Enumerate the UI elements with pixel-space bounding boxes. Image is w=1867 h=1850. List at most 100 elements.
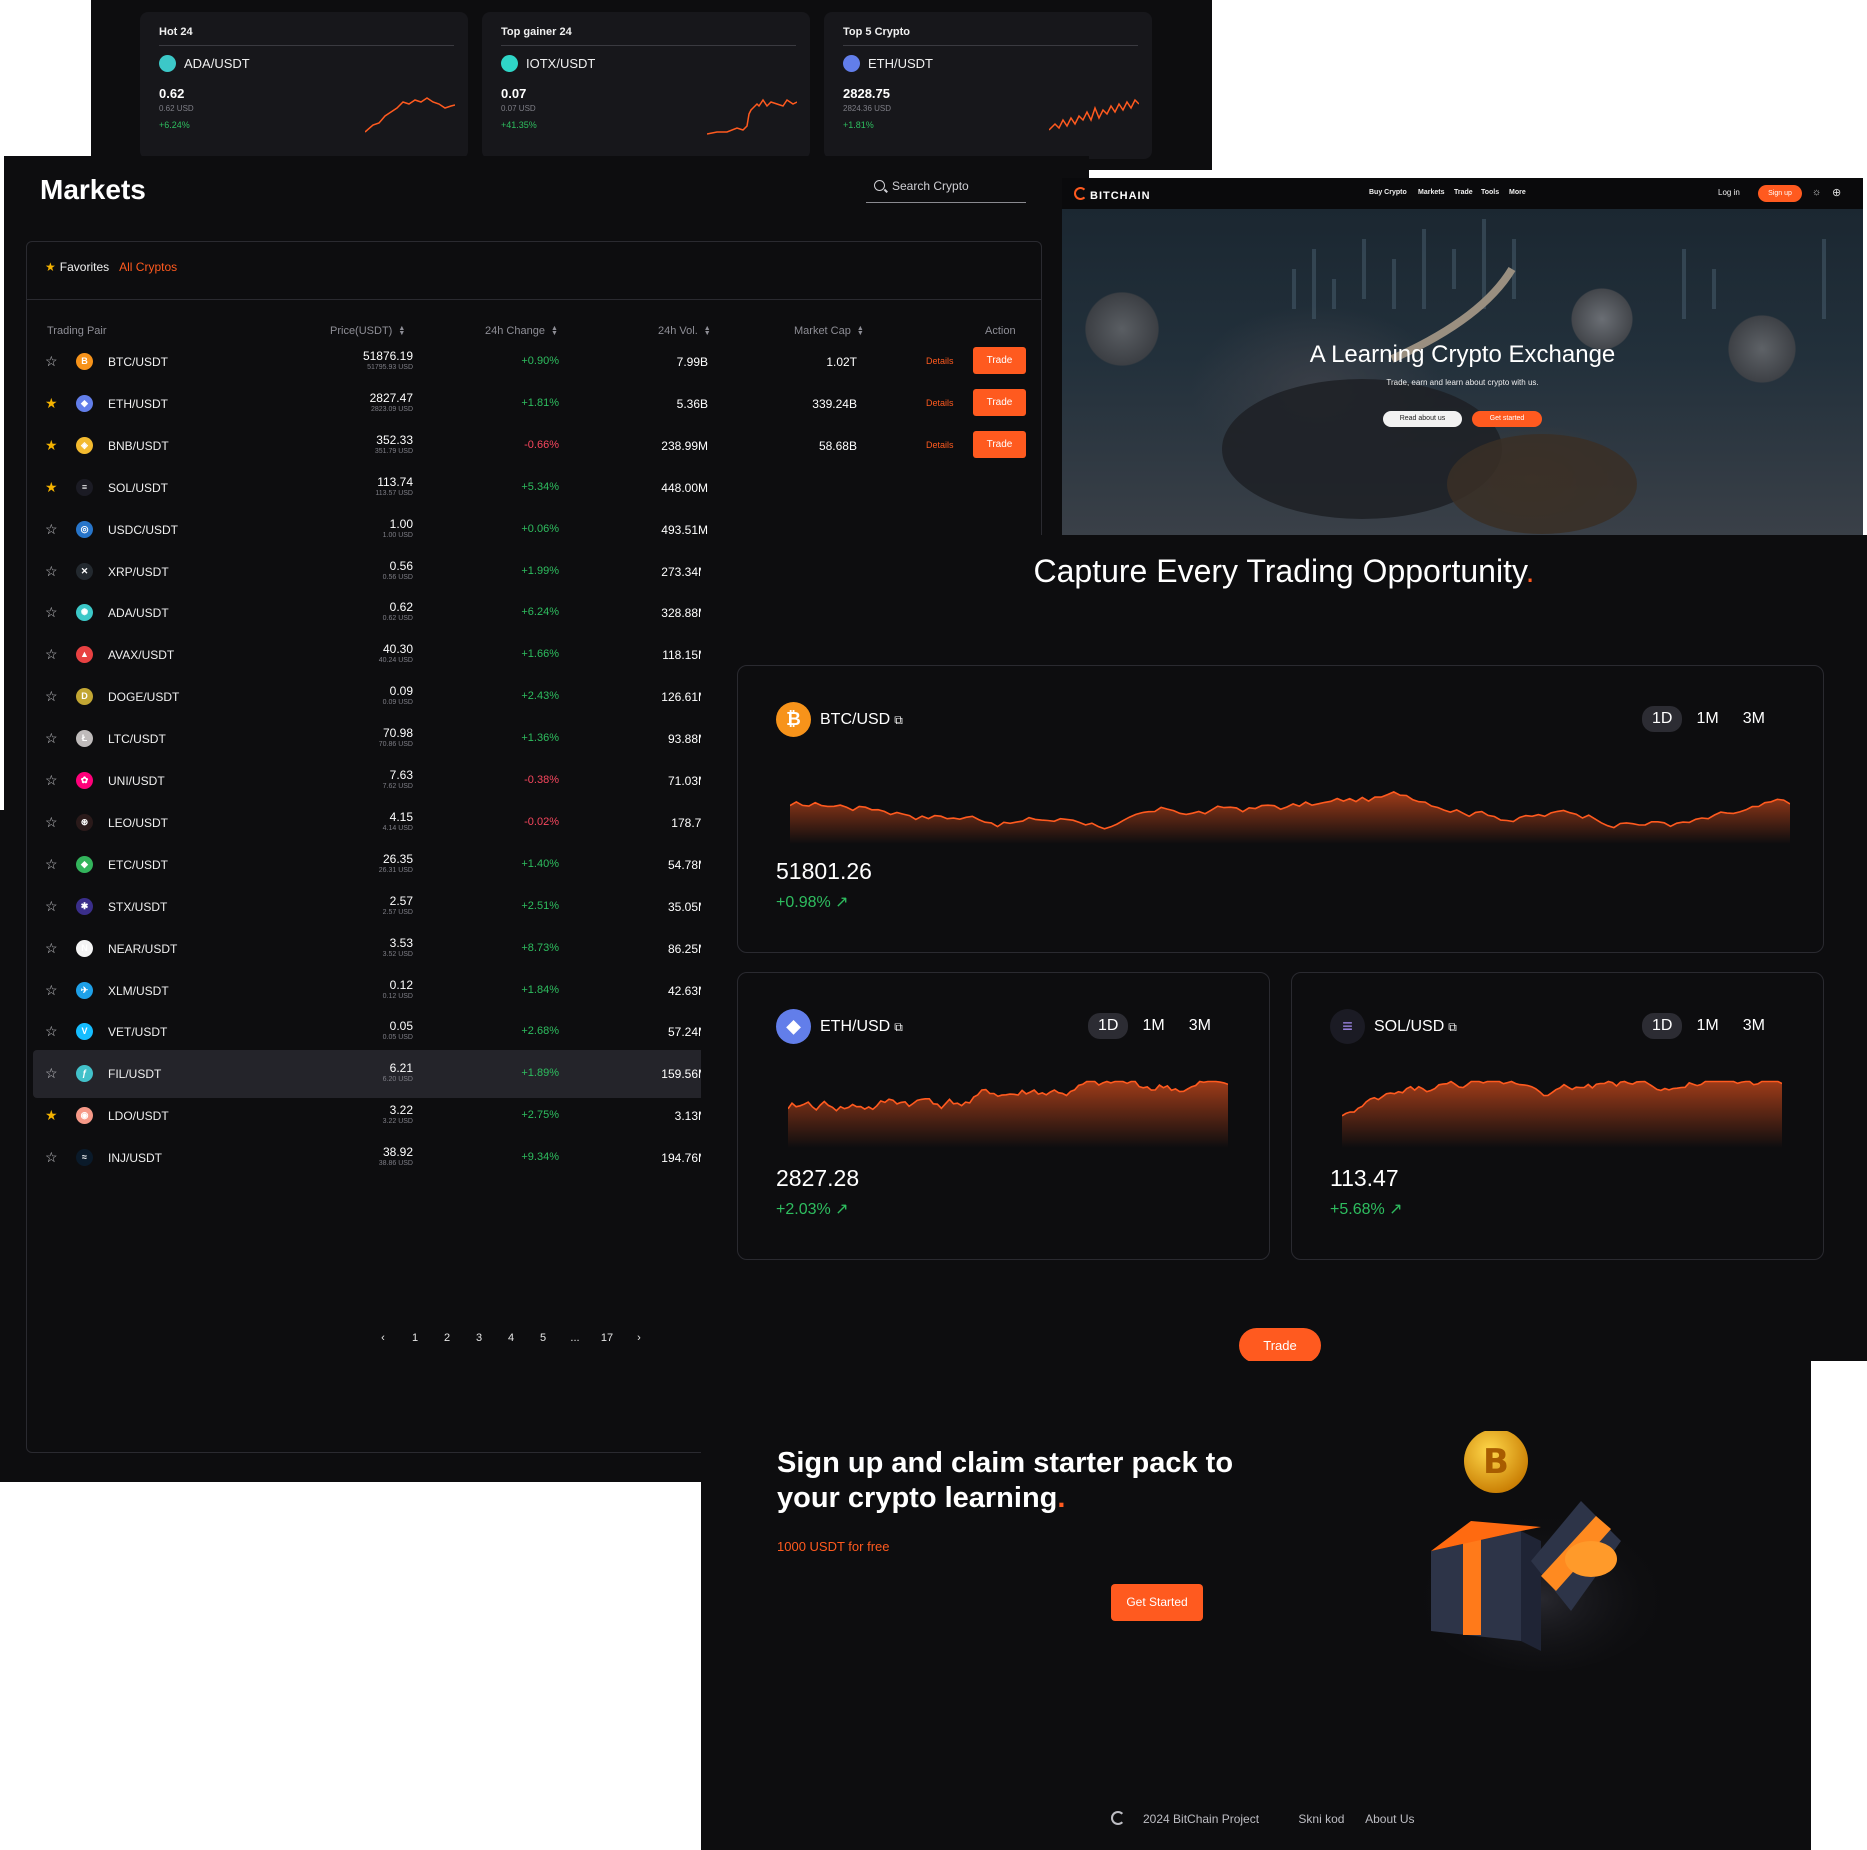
logo-icon <box>1074 187 1087 200</box>
favorite-star-icon[interactable]: ☆ <box>45 604 58 621</box>
nav-more[interactable]: More <box>1509 189 1526 196</box>
sparkline <box>1049 98 1139 131</box>
favorite-star-icon[interactable]: ★ <box>45 479 58 496</box>
tf-3m[interactable]: 3M <box>1733 706 1775 732</box>
page-2[interactable]: 2 <box>431 1332 463 1344</box>
coin-icon: ✿ <box>76 772 93 789</box>
bitchain-logo[interactable]: BITCHAIN <box>1074 187 1151 202</box>
card-price: 0.62 <box>159 86 185 101</box>
row-pair: ETH/USDT <box>108 396 168 411</box>
top-gainer-card[interactable]: Top gainer 24 IOTX/USDT 0.07 0.07 USD +4… <box>482 12 810 159</box>
eth-chart-card[interactable]: ◆ ETH/USD ⧉ 1D 1M 3M 2827.28 +2.03% ↗ <box>737 972 1270 1260</box>
favorite-star-icon[interactable]: ☆ <box>45 646 58 663</box>
signup-section: Sign up and claim starter pack to your c… <box>701 1361 1811 1850</box>
row-price: 6.21 <box>389 1061 413 1076</box>
nav-tools[interactable]: Tools <box>1481 189 1499 196</box>
nav-markets[interactable]: Markets <box>1418 189 1444 196</box>
tf-1d[interactable]: 1D <box>1642 706 1683 732</box>
favorite-star-icon[interactable]: ☆ <box>45 688 58 705</box>
header-price[interactable]: Price(USDT) ▲ ▼ <box>330 325 405 337</box>
row-pair: BTC/USDT <box>108 355 168 369</box>
favorite-star-icon[interactable]: ☆ <box>45 856 58 873</box>
search-input[interactable]: Search Crypto <box>866 174 1026 203</box>
btc-chart-card[interactable]: ₿ BTC/USD ⧉ 1D 1M 3M 51801.26 +0.98% ↗ <box>737 665 1824 953</box>
trade-button[interactable]: Trade <box>973 430 1026 458</box>
row-change: +9.34% <box>521 1151 559 1164</box>
table-row[interactable]: ★ ◈ BNB/USDT 352.33 351.79 USD -0.66% 238.99M 5… <box>33 422 1033 470</box>
tf-1m[interactable]: 1M <box>1686 1013 1728 1039</box>
favorite-star-icon[interactable]: ☆ <box>45 772 58 789</box>
page-3[interactable]: 3 <box>463 1332 495 1344</box>
tf-1m[interactable]: 1M <box>1686 706 1728 732</box>
sol-price-chart <box>1342 1080 1782 1148</box>
favorite-star-icon[interactable]: ☆ <box>45 730 58 747</box>
tf-1d[interactable]: 1D <box>1088 1013 1129 1039</box>
card-pair[interactable]: ETH/USD ⧉ <box>820 1018 903 1036</box>
theme-toggle-icon[interactable]: ☼ <box>1812 187 1821 198</box>
trade-button[interactable]: Trade <box>973 388 1026 416</box>
header-24h-change[interactable]: 24h Change ▲ ▼ <box>485 325 558 337</box>
tf-3m[interactable]: 3M <box>1733 1013 1775 1039</box>
bull-bear-hero-image <box>1062 209 1863 536</box>
tf-1d[interactable]: 1D <box>1642 1013 1683 1039</box>
favorite-star-icon[interactable]: ☆ <box>45 1023 58 1040</box>
favorite-star-icon[interactable]: ★ <box>45 1107 58 1124</box>
favorite-star-icon[interactable]: ☆ <box>45 898 58 915</box>
row-usd: 1.00 USD <box>382 531 413 539</box>
tab-all-cryptos[interactable]: All Cryptos <box>119 260 177 274</box>
login-link[interactable]: Log in <box>1718 188 1740 197</box>
sol-chart-card[interactable]: ≡ SOL/USD ⧉ 1D 1M 3M 113.47 +5.68% ↗ <box>1291 972 1824 1260</box>
get-started-hero-button[interactable]: Get started <box>1472 411 1542 427</box>
header-market-cap[interactable]: Market Cap ▲ ▼ <box>794 325 864 337</box>
page-1[interactable]: 1 <box>399 1332 431 1344</box>
get-started-button[interactable]: Get Started <box>1111 1584 1203 1621</box>
card-pair[interactable]: SOL/USD ⧉ <box>1374 1018 1457 1036</box>
page-17[interactable]: 17 <box>591 1332 623 1344</box>
favorite-star-icon[interactable]: ☆ <box>45 814 58 831</box>
tf-3m[interactable]: 3M <box>1179 1013 1221 1039</box>
card-pair[interactable]: BTC/USD ⧉ <box>820 711 903 729</box>
nav-buy-crypto[interactable]: Buy Crypto <box>1369 189 1407 196</box>
table-row[interactable]: ★ ≡ SOL/USDT 113.74 113.57 USD +5.34% 448.00M <box>33 464 1033 512</box>
page-next[interactable]: › <box>623 1332 655 1344</box>
row-pair: INJ/USDT <box>108 1151 162 1166</box>
favorite-star-icon[interactable]: ☆ <box>45 982 58 999</box>
trade-button[interactable]: Trade <box>1239 1328 1321 1363</box>
market-tabs: ★ Favorites All Cryptos <box>45 260 177 274</box>
favorite-star-icon[interactable]: ☆ <box>45 1149 58 1166</box>
footer-link-skni-kod[interactable]: Skni kod <box>1298 1812 1344 1826</box>
card-pair: ETH/USDT <box>868 56 933 71</box>
tab-favorites[interactable]: Favorites <box>60 260 109 274</box>
table-row[interactable]: ☆ B BTC/USDT 51876.19 51795.93 USD +0.90% 7.99… <box>33 338 1033 386</box>
favorite-star-icon[interactable]: ★ <box>45 395 58 412</box>
card-change: +1.81% <box>843 120 874 130</box>
footer-link-about-us[interactable]: About Us <box>1365 1812 1414 1826</box>
favorite-star-icon[interactable]: ☆ <box>45 1065 58 1082</box>
favorite-star-icon[interactable]: ☆ <box>45 940 58 957</box>
row-usd: 3.52 USD <box>382 950 413 958</box>
top-5-crypto-card[interactable]: Top 5 Crypto ETH/USDT 2828.75 2824.36 US… <box>824 12 1152 159</box>
nav-trade[interactable]: Trade <box>1454 189 1473 196</box>
header-24h-volume[interactable]: 24h Vol. ▲ ▼ <box>658 325 711 337</box>
favorite-star-icon[interactable]: ☆ <box>45 353 58 370</box>
table-row[interactable]: ★ ◆ ETH/USDT 2827.47 2823.09 USD +1.81% 5.36B 3… <box>33 380 1033 428</box>
favorite-star-icon[interactable]: ☆ <box>45 563 58 580</box>
page-5[interactable]: 5 <box>527 1332 559 1344</box>
page-prev[interactable]: ‹ <box>367 1332 399 1344</box>
hot-24-card[interactable]: Hot 24 ADA/USDT 0.62 0.62 USD +6.24% <box>140 12 468 159</box>
page-4[interactable]: 4 <box>495 1332 527 1344</box>
row-change: +1.99% <box>521 564 559 577</box>
read-about-us-button[interactable]: Read about us <box>1383 411 1462 427</box>
tf-1m[interactable]: 1M <box>1132 1013 1174 1039</box>
favorite-star-icon[interactable]: ☆ <box>45 521 58 538</box>
signup-button[interactable]: Sign up <box>1758 185 1802 202</box>
card-value: 113.47 <box>1330 1165 1399 1191</box>
trade-button[interactable]: Trade <box>973 347 1026 374</box>
details-link[interactable]: Details <box>926 440 954 450</box>
globe-icon[interactable]: ⊕ <box>1832 186 1841 199</box>
coin-icon: D <box>76 688 93 706</box>
row-pair: VET/USDT <box>108 1025 168 1040</box>
details-link[interactable]: Details <box>926 398 954 408</box>
details-link[interactable]: Details <box>926 356 954 366</box>
favorite-star-icon[interactable]: ★ <box>45 437 58 454</box>
